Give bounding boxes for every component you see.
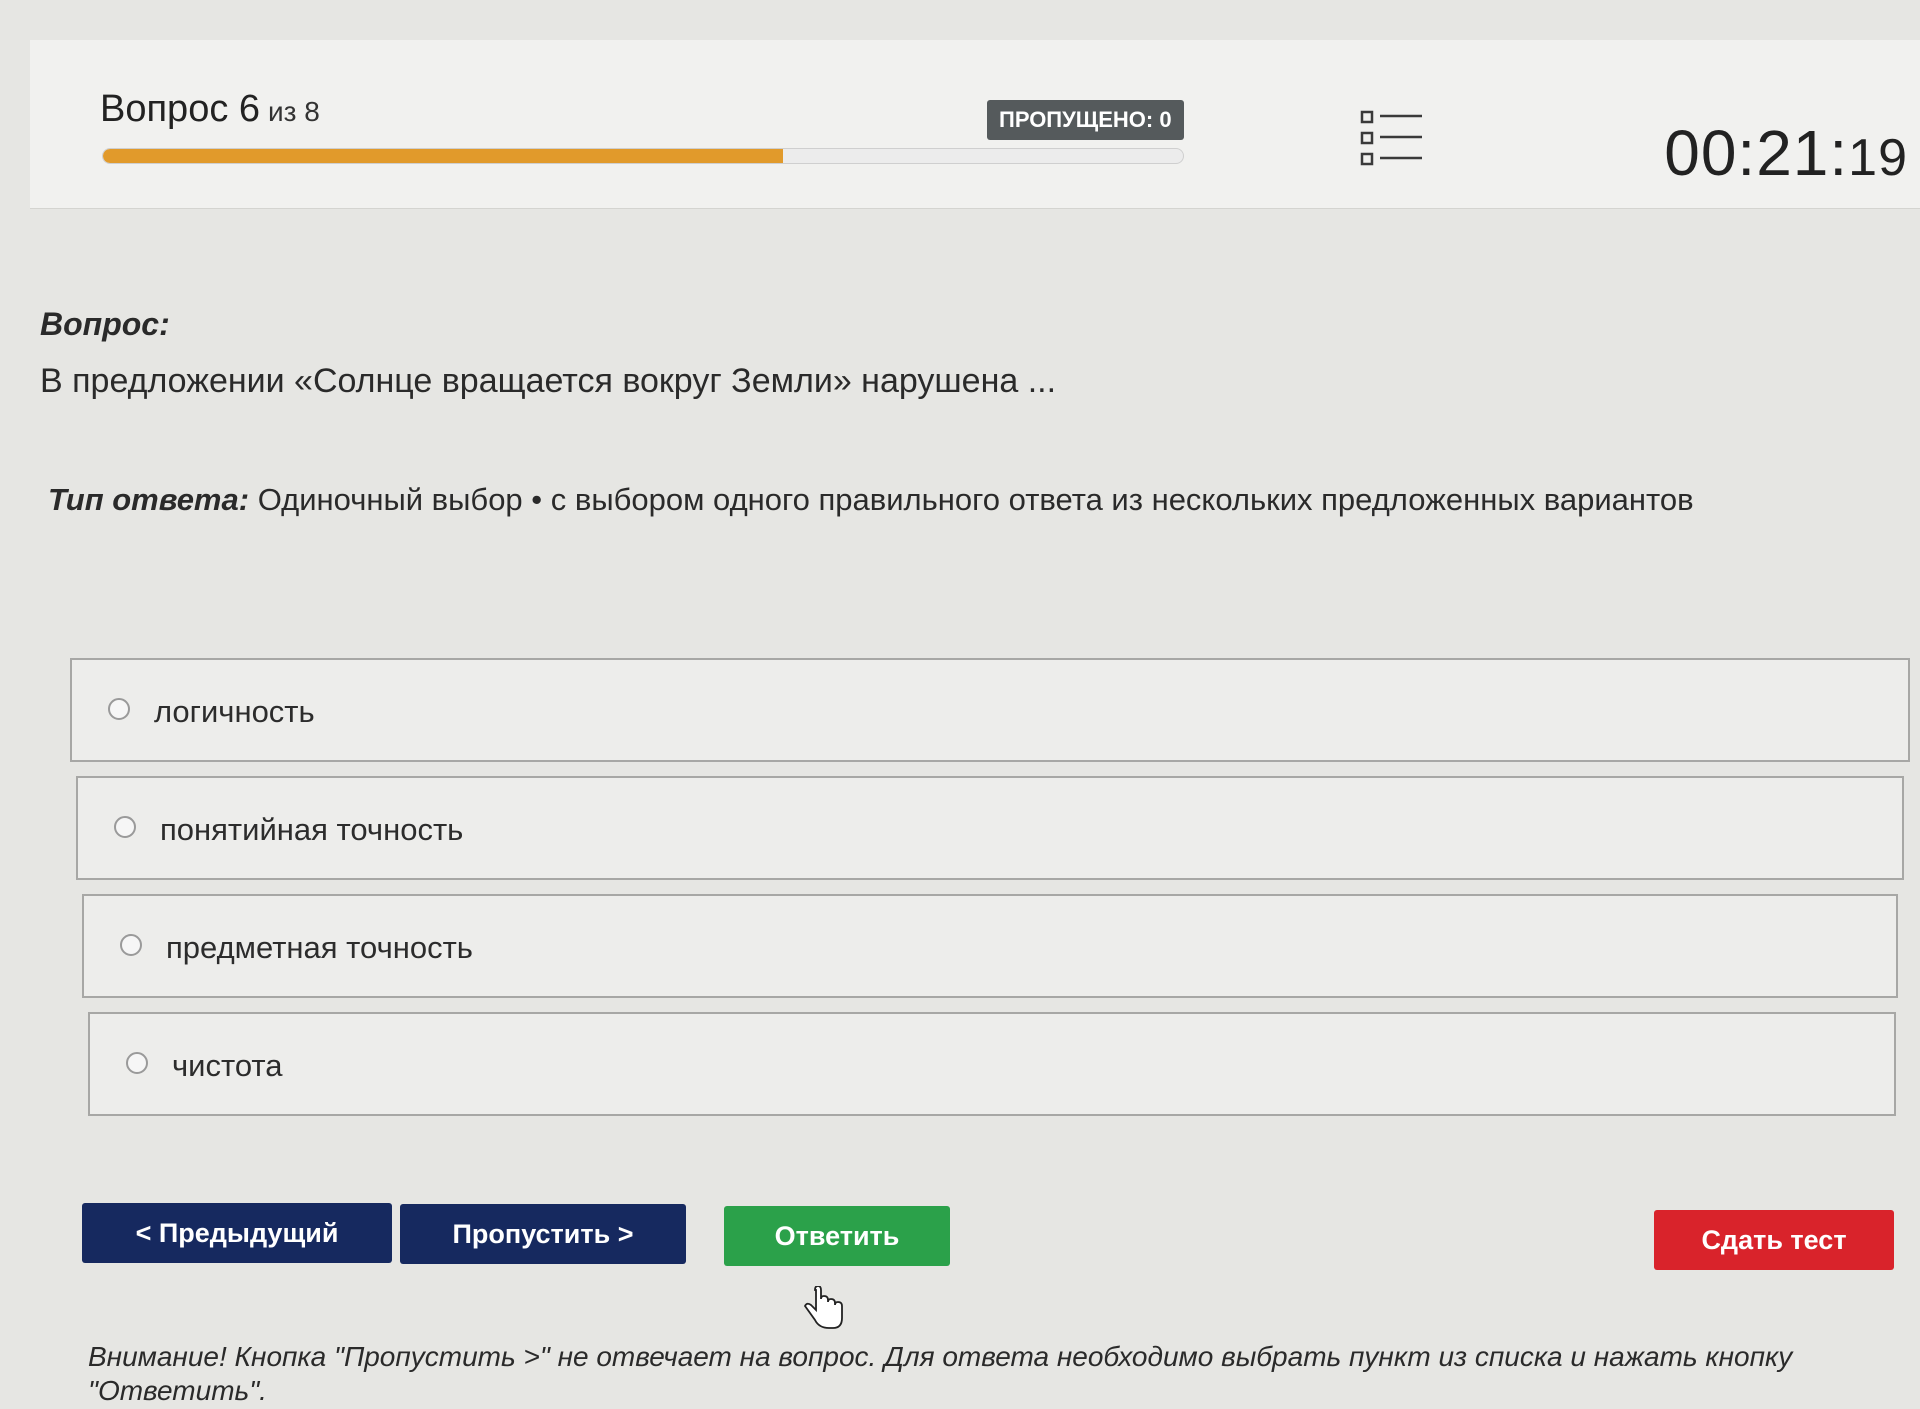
hand-cursor-icon <box>803 1285 844 1332</box>
question-number: Вопрос 6 <box>100 88 261 130</box>
option-label: логичность <box>154 694 315 729</box>
previous-button[interactable]: < Предыдущий <box>82 1203 392 1263</box>
question-counter: Вопрос 6 из 8 <box>100 88 320 131</box>
radio-button[interactable] <box>120 934 142 956</box>
radio-button[interactable] <box>108 698 130 720</box>
radio-button[interactable] <box>114 816 136 838</box>
question-heading: Вопрос: <box>40 306 170 342</box>
answer-option[interactable]: предметная точность <box>82 894 1898 998</box>
quiz-header: Вопрос 6 из 8 ПРОПУЩЕНО: 0 00:21:19 <box>30 40 1920 209</box>
option-label: чистота <box>172 1048 283 1083</box>
answer-options: логичность понятийная точность предметна… <box>70 658 1910 1130</box>
question-text: В предложении «Солнце вращается вокруг З… <box>40 362 1057 400</box>
radio-button[interactable] <box>126 1052 148 1074</box>
progress-fill <box>103 149 784 163</box>
answer-option[interactable]: логичность <box>70 658 1910 762</box>
timer-seconds: 19 <box>1848 129 1908 187</box>
answer-option[interactable]: понятийная точность <box>76 776 1904 880</box>
answer-button[interactable]: Ответить <box>724 1206 950 1266</box>
progress-bar <box>102 148 1184 164</box>
skipped-badge: ПРОПУЩЕНО: 0 <box>987 100 1184 140</box>
submit-test-button[interactable]: Сдать тест <box>1654 1210 1894 1270</box>
answer-type-label: Тип ответа: <box>48 482 250 517</box>
list-icon[interactable] <box>1360 108 1424 168</box>
timer-main: 00:21: <box>1664 117 1849 189</box>
skip-button[interactable]: Пропустить > <box>400 1204 686 1264</box>
countdown-timer: 00:21:19 <box>1664 116 1908 190</box>
option-label: предметная точность <box>166 930 473 965</box>
question-total: из 8 <box>268 96 320 127</box>
answer-type: Тип ответа: Одиночный выбор • с выбором … <box>48 482 1694 518</box>
answer-type-value: Одиночный выбор • с выбором одного прави… <box>257 482 1694 517</box>
option-label: понятийная точность <box>160 812 464 847</box>
warning-notice: Внимание! Кнопка "Пропустить >" не отвеч… <box>88 1341 1793 1406</box>
answer-option[interactable]: чистота <box>88 1012 1896 1116</box>
